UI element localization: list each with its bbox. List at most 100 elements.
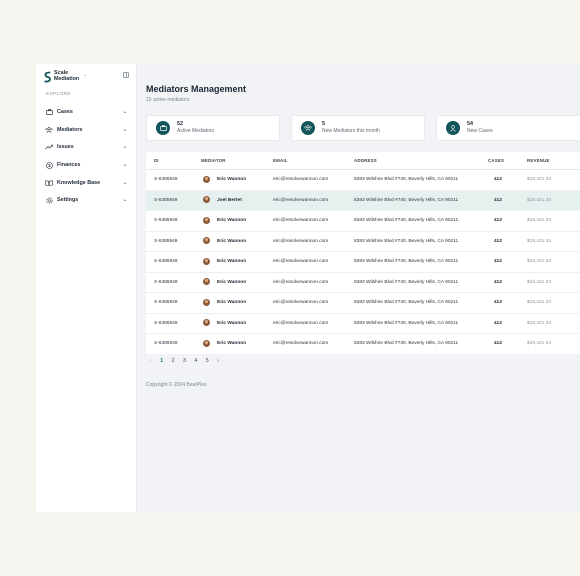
cell-cases: 412 [494,320,503,326]
cell-email: eric@resolvewannon.com [273,218,329,223]
svg-text:$: $ [48,163,51,168]
sidebar-item-label: Mediators [57,127,83,133]
cell-id: S-6385949 [154,177,178,182]
table-row[interactable]: S-6385949 Eric Wannon eric@resolvewannon.c… [146,314,580,334]
trend-icon [45,143,53,151]
cell-id: S-6385949 [154,320,178,326]
stat-card-active-mediators: 52 Active Mediators [146,115,280,141]
stat-label: New Cases [467,128,493,134]
column-header-cases[interactable]: CASES [488,158,504,163]
table-row[interactable]: S-6385949 Eric Wannon eric@resolvewannon.c… [146,170,580,191]
cell-revenue: $19,421.34 [527,279,552,285]
cell-email: eric@resolvewannon.com [273,238,329,244]
next-page-icon[interactable]: › [217,358,219,364]
brand-line-2: Mediation [54,76,80,82]
cell-mediator: Eric Wannon [217,341,247,346]
table-row[interactable]: S-6385949 Joel Bertet eric@resolvewannon.c… [146,190,580,211]
cell-mediator: Eric Wannon [217,177,247,182]
table-row[interactable]: S-6385949 Eric Wannon eric@resolvewannon.c… [146,293,580,314]
avatar [203,237,210,244]
cell-address: 8383 Wilshire Blvd #740, Beverly Hills, … [354,279,459,285]
page-3[interactable]: 3 [183,358,186,364]
table-row[interactable]: S-6385949 Eric Wannon eric@resolvewannon.c… [146,211,580,232]
avatar [203,339,210,347]
sidebar-item-label: Finances [57,162,81,168]
cell-address: 8383 Wilshire Blvd #740, Beverly Hills, … [354,238,459,244]
sidebar-item-cases[interactable]: Cases ⌄ [45,107,128,117]
page-2[interactable]: 2 [172,358,175,364]
cell-revenue: $19,421.34 [527,218,552,223]
stat-card-new-mediators: 5 New Mediators this month [291,115,425,141]
page-1[interactable]: 1 [160,358,163,364]
table-row[interactable]: S-6385949 Eric Wannon eric@resolvewannon.c… [146,334,580,354]
cell-cases: 412 [494,341,503,346]
dollar-icon: $ [45,161,53,169]
cell-address: 8383 Wilshire Blvd #740, Beverly Hills, … [354,197,459,203]
brand-logo-icon [44,71,51,83]
sidebar-item-finances[interactable]: $ Finances ⌄ [45,160,128,170]
cell-id: S-6385949 [154,341,178,346]
table-row[interactable]: S-6385949 Eric Wannon eric@resolvewannon.c… [146,252,580,273]
column-header-email[interactable]: EMAIL [273,158,288,163]
brand[interactable]: Scale Mediation ⌄ [44,71,87,83]
avatar [203,278,210,285]
cell-cases: 412 [494,197,503,203]
cell-cases: 412 [494,300,503,305]
cell-email: eric@resolvewannon.com [273,259,329,264]
cell-revenue: $19,421.34 [527,341,552,346]
page-subtitle: 15 active mediators [146,97,190,103]
sidebar-item-label: Issues [57,144,74,150]
prev-page-icon[interactable]: ‹ [150,358,152,364]
column-header-mediator[interactable]: MEDIATOR [201,158,226,163]
chevron-down-icon: ⌄ [122,144,128,150]
cell-cases: 412 [494,259,503,264]
sidebar-item-issues[interactable]: Issues ⌄ [45,142,128,152]
table-header: ID MEDIATOR EMAIL ADDRESS CASES REVENUE [146,152,580,170]
cell-address: 8383 Wilshire Blvd #740, Beverly Hills, … [354,218,459,223]
sidebar-item-label: Cases [57,109,73,115]
cell-revenue: $19,421.34 [527,320,552,326]
stat-value: 52 [177,121,183,127]
briefcase-icon [45,108,53,116]
cell-id: S-6385949 [154,279,178,285]
stat-label: Active Mediators [177,128,214,134]
avatar [203,175,210,183]
cell-id: S-6385949 [154,300,178,305]
cell-email: eric@resolvewannon.com [273,341,329,346]
chevron-down-icon: ⌄ [122,197,128,203]
avatar [203,298,210,306]
column-header-revenue[interactable]: REVENUE [527,158,550,163]
cell-mediator: Eric Wannon [217,218,247,223]
page-4[interactable]: 4 [194,358,197,364]
cell-mediator: Joel Bertet [217,197,242,203]
table-row[interactable]: S-6385949 Eric Wannon eric@resolvewannon.c… [146,232,580,252]
sidebar-item-settings[interactable]: Settings ⌄ [45,195,128,205]
avatar [203,216,210,224]
cell-address: 8383 Wilshire Blvd #740, Beverly Hills, … [354,341,459,346]
collapse-sidebar-icon[interactable] [123,72,129,78]
cell-revenue: $19,421.34 [527,300,552,305]
chevron-down-icon: ⌄ [122,109,128,115]
gear-icon [45,196,53,204]
cell-cases: 412 [494,238,503,244]
cell-cases: 412 [494,279,503,285]
sidebar-item-knowledge-base[interactable]: Knowledge Base ⌄ [45,178,128,188]
table-row[interactable]: S-6385949 Eric Wannon eric@resolvewannon.c… [146,273,580,293]
cell-address: 8383 Wilshire Blvd #740, Beverly Hills, … [354,320,459,326]
sidebar-item-label: Knowledge Base [57,180,101,186]
cell-cases: 412 [494,218,503,223]
sidebar-item-label: Settings [57,197,79,203]
sidebar-item-mediators[interactable]: Mediators ⌄ [45,125,128,135]
page-5[interactable]: 5 [206,358,209,364]
cell-id: S-6385949 [154,218,178,223]
column-header-id[interactable]: ID [154,158,159,163]
stat-value: 5 [322,121,325,127]
column-header-address[interactable]: ADDRESS [354,158,377,163]
group-icon [301,121,315,135]
chevron-down-icon: ⌄ [83,72,88,78]
cell-mediator: Eric Wannon [217,279,247,285]
main-content: Mediators Management 15 active mediators… [137,64,580,512]
cell-cases: 412 [494,177,503,182]
cell-email: eric@resolvewannon.com [273,320,329,326]
group-icon [45,126,53,134]
